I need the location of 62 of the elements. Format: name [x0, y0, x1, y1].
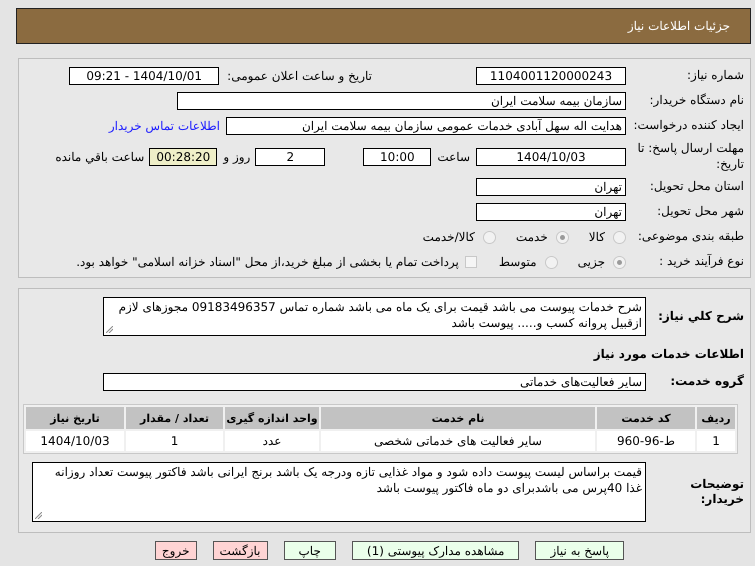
- column-header: ردیف: [697, 407, 735, 430]
- field-label: شماره نیاز:: [686, 68, 744, 84]
- radio-button[interactable]: [544, 256, 558, 269]
- field-label: ساعت: [437, 150, 470, 164]
- buyer-notes-field: قیمت براساس لیست پیوست داده شود و مواد غذایی تازه ودرجه یک باشد برنج ایرانی باشد فاکتور پیوست تعداد روزانه غذا 40پرس می باشدبرای دو ماه فاکتور پیوست باشد: [32, 462, 646, 522]
- description-field: شرح خدمات پیوست می باشد قیمت برای یک ماه می باشد شماره تماس 09183496357 مجوزهای لازم ازقبیل پروانه کسب و..... پیوست باشد: [103, 297, 646, 336]
- table-cell: سایر فعالیت های خدماتی شخصی: [321, 431, 595, 452]
- column-header: تعداد / مقدار: [126, 407, 223, 430]
- time-field: 10:00: [363, 148, 432, 166]
- option-label: کالا: [588, 230, 605, 244]
- field-label: شهر محل تحویل:: [656, 204, 744, 220]
- action-button[interactable]: مشاهده مدارک پیوستی (1): [352, 541, 520, 560]
- table-cell: ط-96-960: [597, 431, 695, 452]
- checkbox-label: پرداخت تمام یا بخشی از مبلغ خرید،از محل "اسناد خزانه اسلامی" خواهد بود.: [76, 255, 459, 270]
- column-header: واحد اندازه گیری: [225, 407, 319, 430]
- table-cell: 1: [126, 431, 223, 452]
- service-group-field: سایر فعالیت‌های خدماتی: [103, 373, 646, 392]
- table-cell: عدد: [225, 431, 319, 452]
- field-label: شرح کلي نیاز:: [657, 308, 744, 324]
- field-label: استان محل تحویل:: [648, 179, 744, 195]
- field-label: مهلت ارسال پاسخ: تا تاریخ:: [636, 141, 744, 172]
- exit-button[interactable]: خروج: [154, 541, 196, 560]
- radio-button[interactable]: [556, 230, 569, 244]
- option-label: کالا/خدمت: [422, 230, 475, 244]
- column-header: کد خدمت: [597, 407, 695, 430]
- section-title: اطلاعات خدمات مورد نیاز: [594, 347, 744, 362]
- contact-link[interactable]: اطلاعات تماس خریدار: [108, 119, 220, 133]
- option-label: خدمت: [516, 230, 548, 244]
- buyer-org-field: سازمان بیمه سلامت ایران: [177, 92, 626, 110]
- exit-button[interactable]: بازگشت: [212, 541, 268, 560]
- resize-grip-icon: [106, 326, 113, 334]
- resize-grip-icon: [35, 512, 42, 520]
- deadline-date-field: 1404/10/03: [476, 148, 626, 166]
- option-label: متوسط: [498, 255, 537, 270]
- radio-button[interactable]: [613, 256, 626, 269]
- city-field: تهران: [476, 203, 626, 222]
- column-header: نام خدمت: [321, 407, 595, 430]
- table-cell: 1404/10/03: [26, 431, 124, 452]
- field-label: نوع فرآیند خرید :: [658, 254, 744, 270]
- action-button[interactable]: پاسخ به نیاز: [535, 541, 624, 560]
- days-field: 2: [255, 148, 326, 166]
- field-label: توضیحات خریدار:: [689, 476, 744, 508]
- checkbox[interactable]: [464, 256, 477, 268]
- field-label: ساعت باقي مانده: [55, 150, 144, 164]
- remaining-time-field: 00:28:20: [149, 148, 218, 166]
- radio-button[interactable]: [482, 230, 496, 244]
- page-header: جزئیات اطلاعات نیاز: [16, 8, 751, 44]
- field-label: ایجاد کننده درخواست:: [632, 118, 744, 134]
- table-cell: 1: [697, 431, 735, 452]
- field-label: طبقه بندی موضوعی:: [636, 229, 744, 245]
- field-label: روز و: [223, 150, 250, 164]
- field-label: نام دستگاه خریدار:: [648, 93, 744, 109]
- action-button[interactable]: چاپ: [284, 541, 336, 560]
- province-field: تهران: [476, 178, 626, 196]
- column-header: تاریخ نیاز: [26, 407, 124, 430]
- need-number-field: 1104001120000243: [476, 67, 626, 85]
- option-label: جزیی: [578, 255, 605, 270]
- requester-field: هدایت اله سهل آبادی خدمات عمومی سازمان بیمه سلامت ایران: [226, 117, 626, 135]
- announce-date-field: 1404/10/01 - 09:21: [69, 67, 220, 85]
- field-label: گروه خدمت:: [669, 374, 744, 390]
- field-label: تاریخ و ساعت اعلان عمومی:: [227, 69, 372, 83]
- radio-button[interactable]: [613, 230, 626, 244]
